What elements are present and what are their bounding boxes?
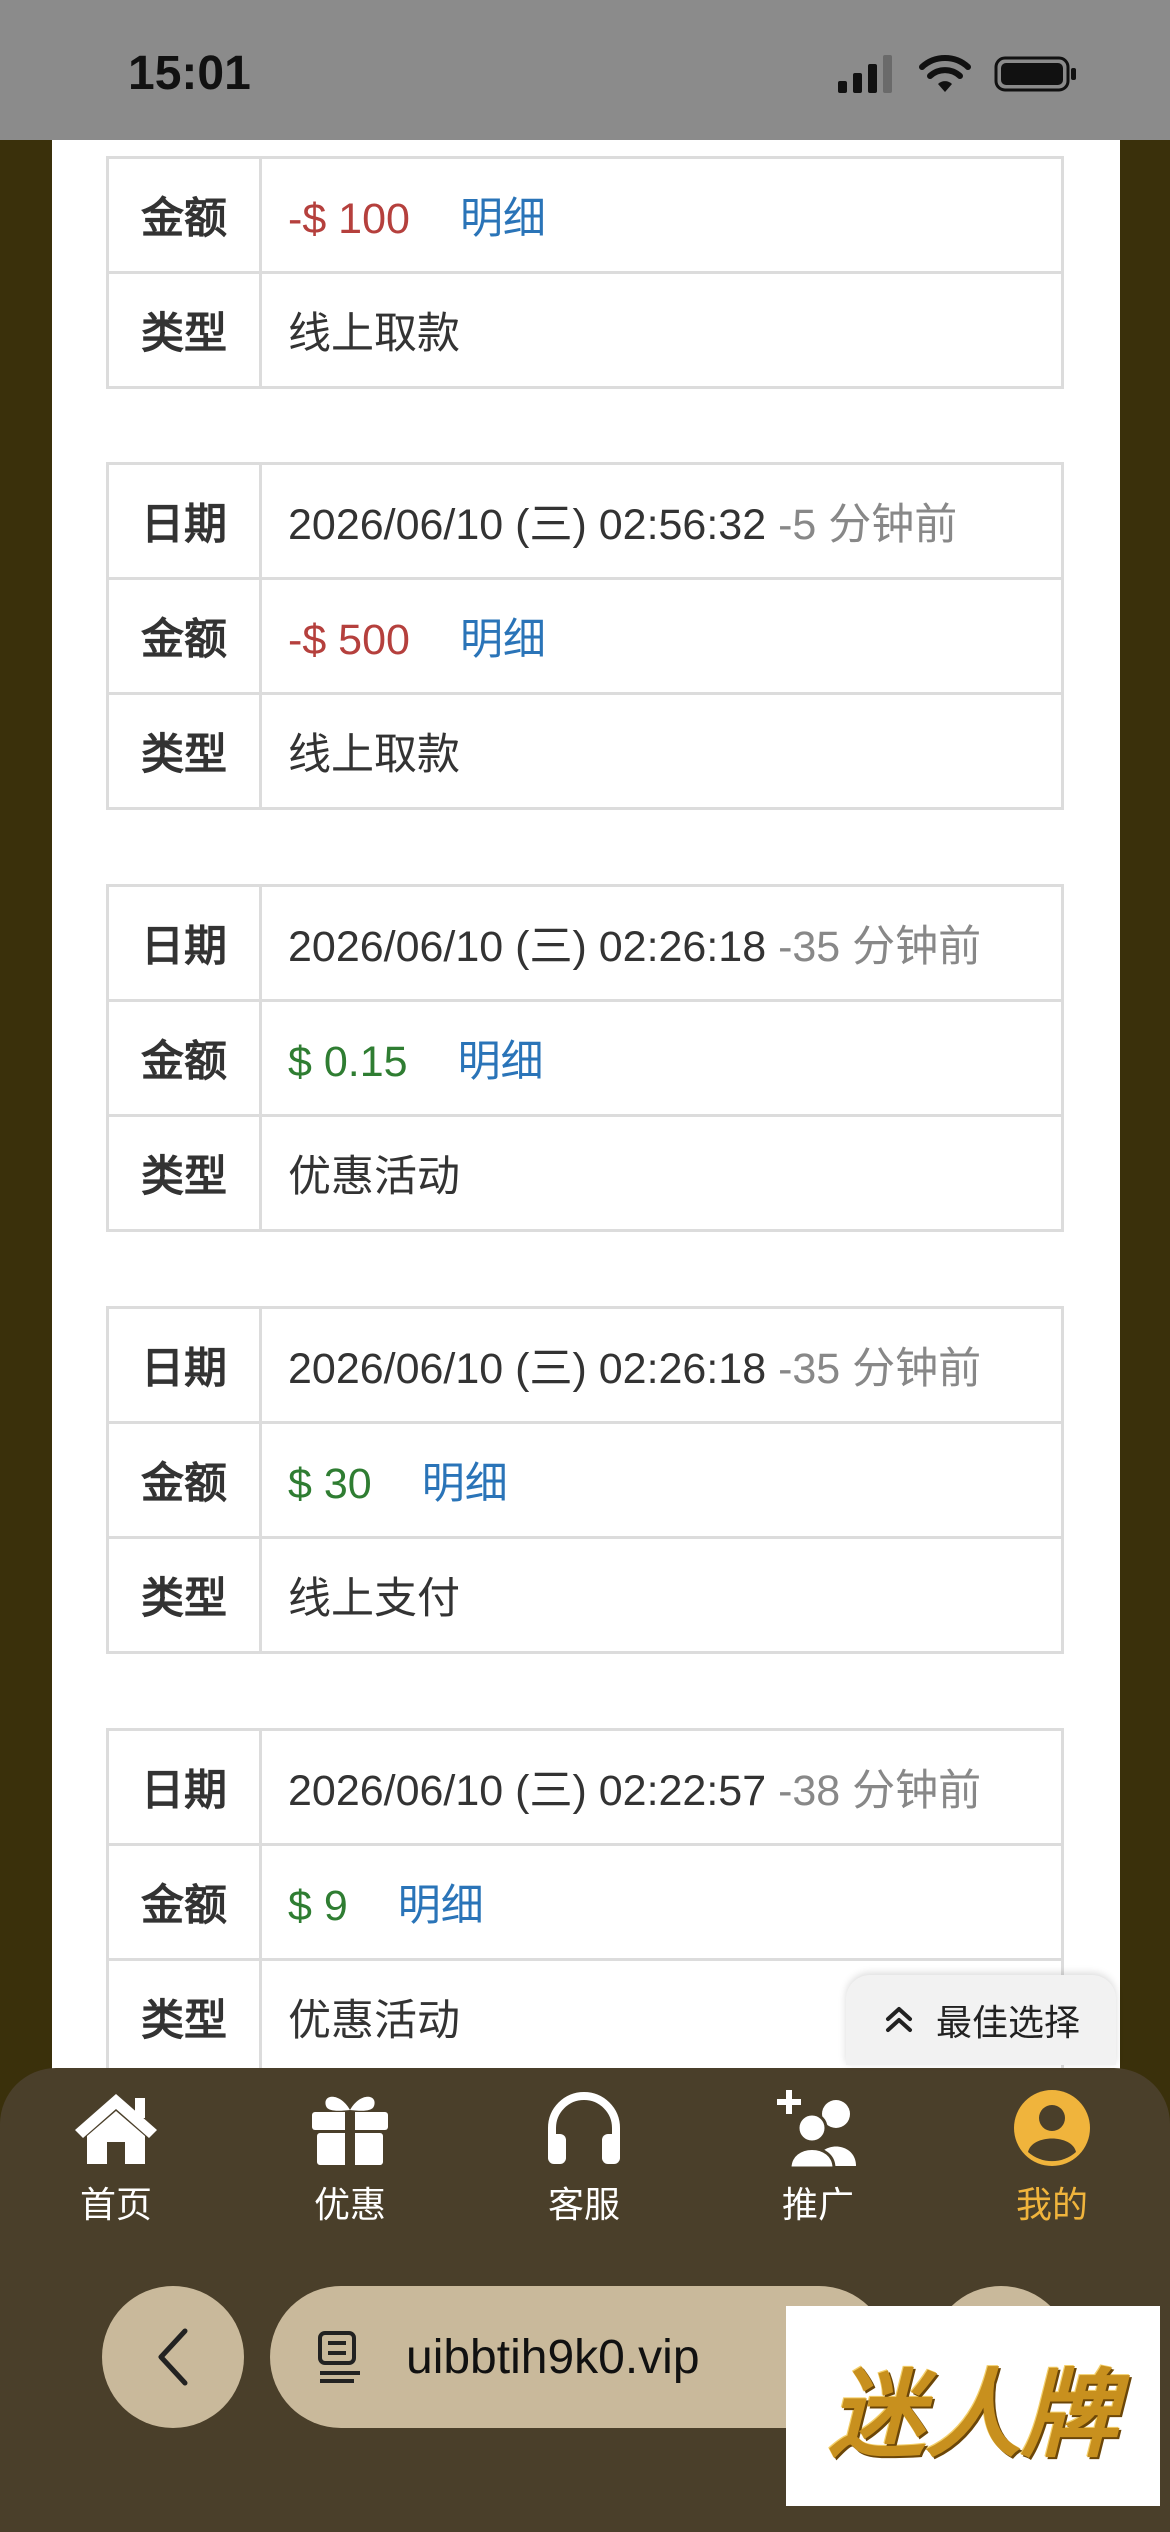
- type-label: 类型: [106, 692, 262, 810]
- best-choice-label: 最佳选择: [935, 2002, 1080, 2043]
- type-value: 线上取款: [259, 271, 1064, 389]
- user-circle-icon: [1014, 2090, 1090, 2166]
- detail-link[interactable]: 明细: [422, 1460, 508, 1508]
- type-label: 类型: [106, 1114, 262, 1232]
- amount-value: $ 30: [288, 1460, 372, 1508]
- date-label: 日期: [106, 1306, 262, 1424]
- page-menu-icon: [318, 2331, 360, 2383]
- amount-value: $ 0.15: [288, 1038, 408, 1086]
- detail-link[interactable]: 明细: [460, 195, 546, 243]
- date-label: 日期: [106, 1728, 262, 1846]
- transaction-record: 日期 2026/06/10 (三) 02:26:18 -35 分钟前 金额 $ …: [106, 1306, 1064, 1654]
- detail-link[interactable]: 明细: [460, 616, 546, 664]
- amount-label: 金额: [106, 156, 262, 274]
- time-ago: -35 分钟前: [778, 923, 982, 971]
- type-value: 线上取款: [259, 692, 1064, 810]
- detail-link[interactable]: 明细: [458, 1038, 544, 1086]
- tab-label: 客服: [547, 2184, 620, 2225]
- date-label: 日期: [106, 462, 262, 580]
- tab-home[interactable]: 首页: [26, 2086, 206, 2246]
- tab-label: 首页: [79, 2184, 152, 2225]
- type-label: 类型: [106, 1958, 262, 2070]
- date-value: 2026/06/10 (三) 02:56:32: [288, 501, 767, 549]
- tab-mine[interactable]: 我的: [962, 2086, 1142, 2246]
- tab-promotions[interactable]: 优惠: [260, 2086, 440, 2246]
- amount-label: 金额: [106, 999, 262, 1117]
- browser-back-button[interactable]: [102, 2286, 244, 2428]
- headphones-icon: [548, 2092, 620, 2164]
- status-time: 15:01: [128, 47, 251, 100]
- tab-customer-service[interactable]: 客服: [494, 2086, 674, 2246]
- time-ago: -5 分钟前: [778, 501, 958, 549]
- tab-label: 优惠: [313, 2184, 386, 2225]
- best-choice-button[interactable]: 最佳选择: [846, 1975, 1116, 2065]
- status-bar: 15:01: [0, 0, 1170, 140]
- type-value: 线上支付: [259, 1536, 1064, 1654]
- signal-icon: [838, 55, 892, 93]
- type-label: 类型: [106, 271, 262, 389]
- type-label: 类型: [106, 1536, 262, 1654]
- gift-icon: [312, 2096, 388, 2165]
- amount-label: 金额: [106, 1843, 262, 1961]
- tab-label: 推广: [781, 2184, 854, 2225]
- amount-value: -$ 100: [288, 195, 410, 243]
- type-value: 优惠活动: [259, 1114, 1064, 1232]
- transaction-record: 日期 2026/06/10 (三) 02:56:32 -5 分钟前 金额 -$ …: [106, 462, 1064, 810]
- tab-label: 我的: [1015, 2184, 1088, 2225]
- time-ago: -35 分钟前: [778, 1345, 982, 1393]
- double-chevron-up-icon: [885, 2007, 912, 2032]
- date-value: 2026/06/10 (三) 02:26:18: [288, 1345, 767, 1393]
- date-value: 2026/06/10 (三) 02:26:18: [288, 923, 767, 971]
- transaction-list[interactable]: 金额 -$ 100 明细 类型 线上取款 日期 2026/06/10 (三) 02…: [52, 140, 1120, 2070]
- amount-label: 金额: [106, 1421, 262, 1539]
- detail-link[interactable]: 明细: [398, 1882, 484, 1930]
- time-ago: -38 分钟前: [778, 1767, 982, 1815]
- date-value: 2026/06/10 (三) 02:22:57: [288, 1767, 767, 1815]
- browser-url: uibbtih9k0.vip: [406, 2330, 700, 2384]
- battery-icon: [994, 56, 1076, 92]
- wifi-icon: [919, 55, 971, 92]
- home-icon: [75, 2094, 157, 2164]
- brand-logo: 迷人牌: [786, 2306, 1160, 2506]
- transaction-record: 日期 2026/06/10 (三) 02:26:18 -35 分钟前 金额 $ …: [106, 884, 1064, 1232]
- chevron-left-icon: [158, 2328, 188, 2386]
- status-icons: [838, 54, 1078, 94]
- amount-value: -$ 500: [288, 616, 410, 664]
- tab-promote[interactable]: 推广: [728, 2086, 908, 2246]
- add-user-icon: [777, 2090, 856, 2168]
- amount-value: $ 9: [288, 1882, 348, 1930]
- transaction-record: 金额 -$ 100 明细 类型 线上取款: [106, 156, 1064, 389]
- amount-label: 金额: [106, 577, 262, 695]
- date-label: 日期: [106, 884, 262, 1002]
